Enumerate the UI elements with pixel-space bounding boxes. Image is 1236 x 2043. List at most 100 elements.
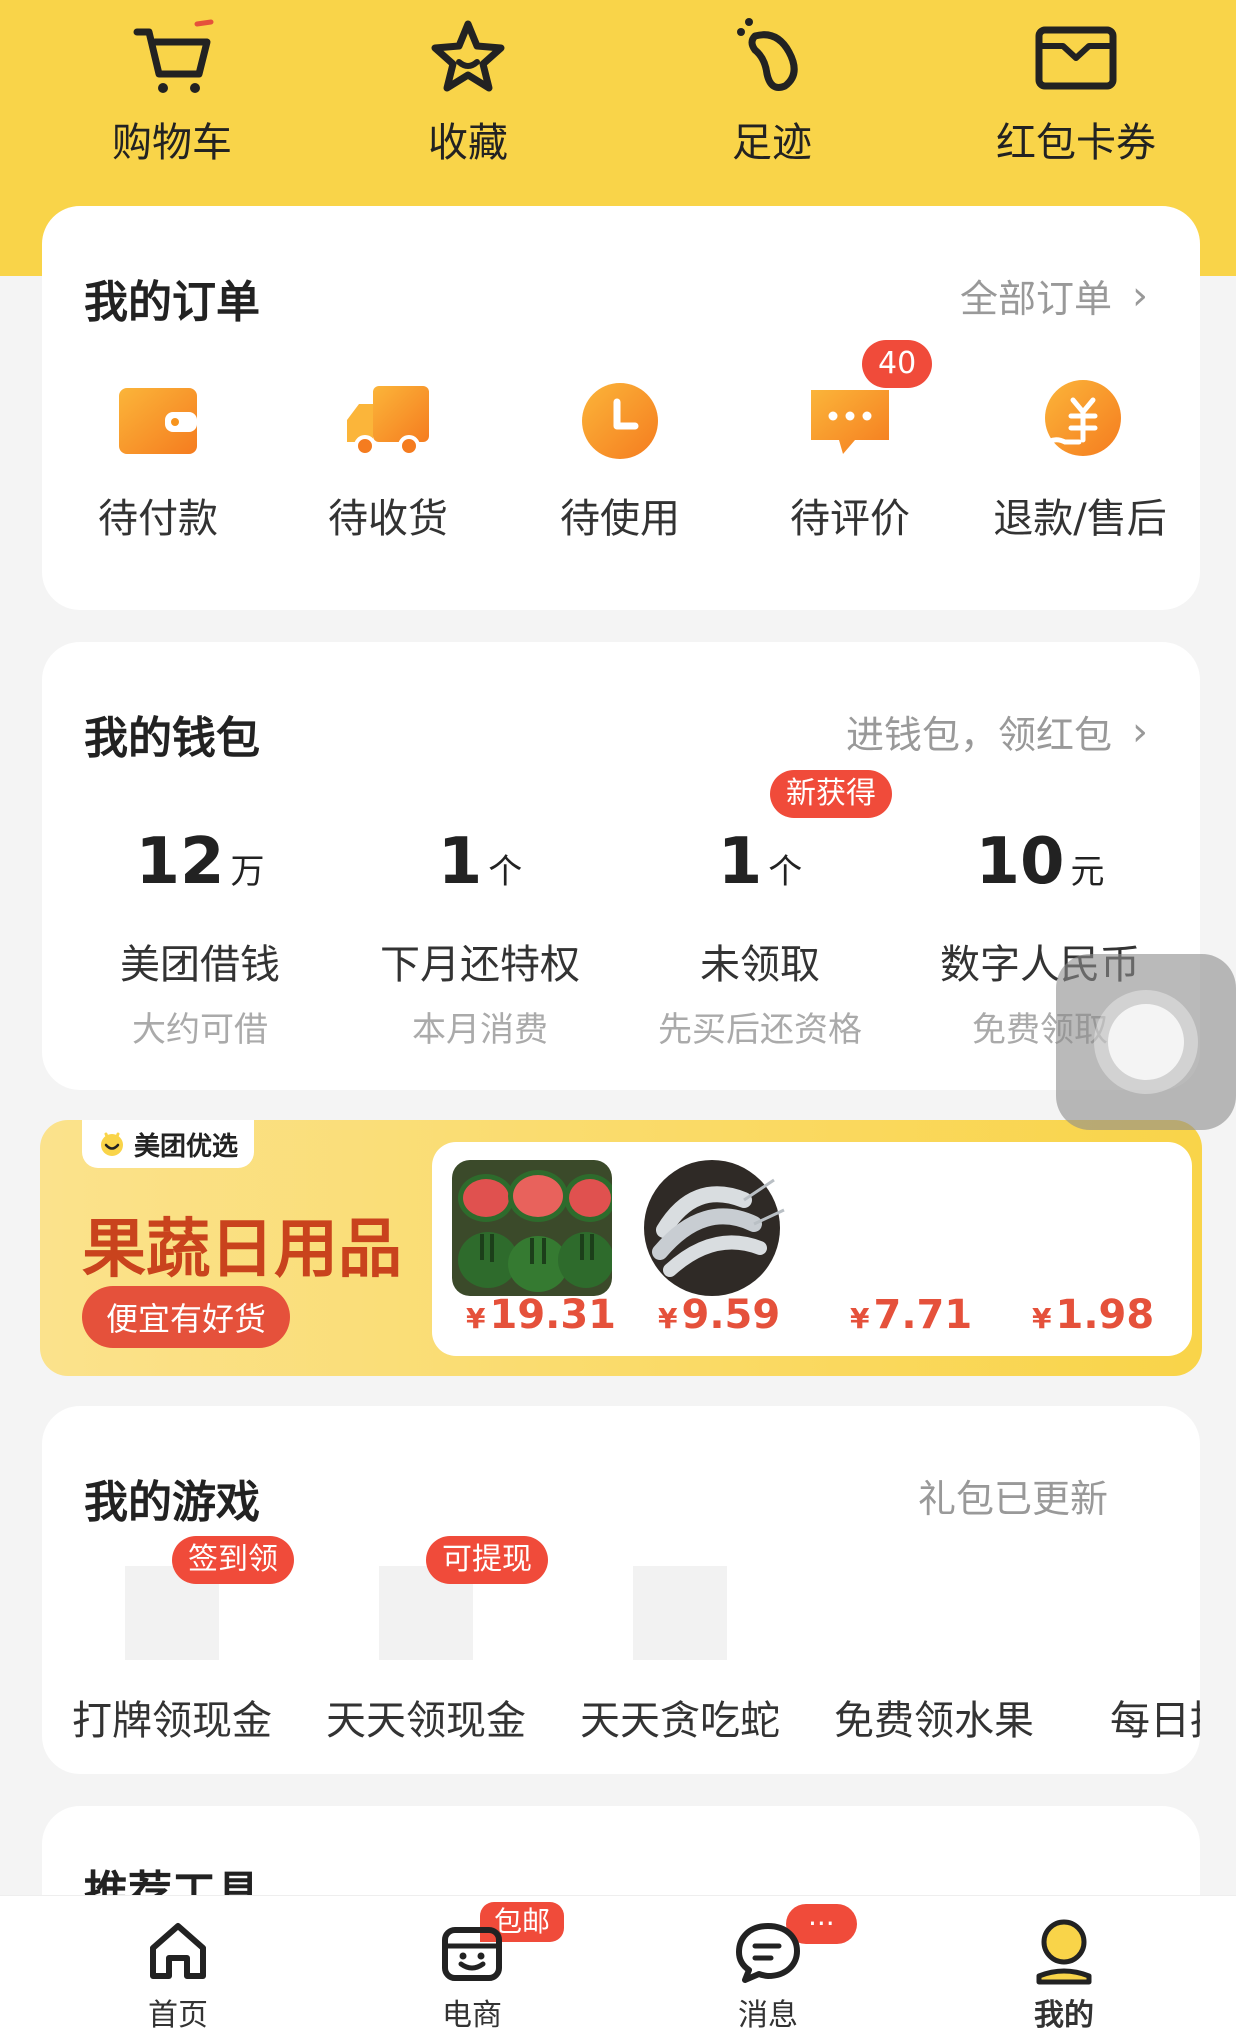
nav-label: 首页 bbox=[148, 1998, 208, 2033]
wallet-item-title: 未领取 bbox=[700, 942, 820, 988]
shrimp-image bbox=[644, 1160, 785, 1296]
wallet-unit: 个 bbox=[488, 852, 523, 892]
promo-button[interactable]: 便宜有好货 bbox=[82, 1286, 291, 1348]
wallet-unit: 个 bbox=[768, 852, 803, 892]
all-orders-link[interactable]: 全部订单 › bbox=[960, 268, 1148, 323]
wallet-loan[interactable]: 12 万 美团借钱 大约可借 bbox=[60, 822, 340, 1051]
order-pending-receipt[interactable]: 待收货 bbox=[288, 376, 488, 544]
price-1: ¥19.31 bbox=[466, 1292, 616, 1338]
games-link[interactable]: 礼包已更新 bbox=[918, 1468, 1108, 1523]
chevron-right-icon: › bbox=[1132, 708, 1148, 755]
quick-link-label: 收藏 bbox=[428, 120, 508, 166]
home-icon bbox=[150, 1923, 206, 1979]
order-label: 待收货 bbox=[328, 496, 448, 542]
game-label: 每日推 bbox=[1110, 1698, 1200, 1744]
wallet-icon bbox=[119, 388, 197, 454]
nav-home[interactable]: 首页 bbox=[78, 1916, 278, 2034]
assistive-dot bbox=[1108, 1004, 1184, 1080]
game-label: 天天贪吃蛇 bbox=[580, 1698, 780, 1744]
page: 购物车 收藏 足迹 红包卡券 我的订单 全部订单 › 待付款 待收货 待使用 4… bbox=[0, 0, 1236, 2043]
wallet-unit: 万 bbox=[230, 852, 265, 892]
wallet-link[interactable]: 进钱包，领红包 › bbox=[846, 704, 1148, 759]
refund-icon bbox=[1040, 380, 1121, 456]
game-image bbox=[887, 1566, 981, 1660]
wallet-item-title: 美团借钱 bbox=[120, 942, 280, 988]
wallet-link-label: 进钱包，领红包 bbox=[845, 713, 1112, 757]
message-icon bbox=[736, 1923, 800, 1983]
currency-symbol: ¥ bbox=[1032, 1302, 1052, 1335]
promo-products: ¥19.31 ¥9.59 ¥7.71 ¥1.98 bbox=[432, 1142, 1192, 1356]
game-label: 天天领现金 bbox=[326, 1698, 526, 1744]
quick-link-footprint[interactable]: 足迹 bbox=[652, 0, 892, 168]
game-image bbox=[633, 1566, 727, 1660]
currency-symbol: ¥ bbox=[850, 1302, 870, 1335]
cart-icon bbox=[133, 19, 214, 93]
watermelon-image bbox=[452, 1160, 612, 1296]
nav-profile[interactable]: 我的 bbox=[964, 1916, 1164, 2034]
review-count-badge: 40 bbox=[862, 340, 933, 388]
wallet-next-month[interactable]: 1个 下月还特权 本月消费 bbox=[340, 822, 620, 1051]
game-item[interactable]: 天天贪吃蛇 bbox=[560, 1566, 800, 1746]
comment-icon-wrap bbox=[805, 376, 895, 466]
order-label: 待付款 bbox=[98, 496, 218, 542]
wallet-item-sub: 先买后还资格 bbox=[658, 1010, 862, 1050]
price-value: 1.98 bbox=[1055, 1292, 1155, 1338]
order-label: 待使用 bbox=[560, 496, 680, 542]
promo-title: 果蔬日用品 bbox=[82, 1213, 402, 1287]
nav-messages[interactable]: ··· 消息 bbox=[668, 1904, 868, 2034]
order-pending-review[interactable]: 40 待评价 bbox=[750, 340, 950, 544]
nav-label: 我的 bbox=[1034, 1998, 1094, 2033]
order-pending-use[interactable]: 待使用 bbox=[520, 376, 720, 544]
promo-banner[interactable]: 美团优选 果蔬日用品 便宜有好货 ¥ 19.31 ¥ 9.59 ¥ 7.71 ¥… bbox=[40, 1120, 1202, 1376]
price-3: ¥7.71 bbox=[850, 1292, 972, 1338]
quick-link-label: 购物车 bbox=[112, 120, 232, 166]
new-badge: 新获得 bbox=[770, 770, 892, 818]
quick-link-coupons[interactable]: 红包卡券 bbox=[956, 0, 1196, 168]
clock-icon bbox=[582, 383, 658, 459]
currency-symbol: ¥ bbox=[658, 1302, 678, 1335]
footprint-icon bbox=[737, 18, 798, 91]
nav-label: 电商 bbox=[442, 1998, 502, 2033]
game-item[interactable]: 可提现 天天领现金 bbox=[306, 1536, 548, 1746]
profile-icon bbox=[1036, 1919, 1092, 1985]
wallet-value-row: 1个 bbox=[620, 822, 900, 912]
promo-brand: 美团优选 bbox=[82, 1120, 255, 1168]
assistive-touch-button[interactable] bbox=[1056, 954, 1236, 1130]
truck-icon bbox=[347, 386, 429, 457]
game-badge: 签到领 bbox=[172, 1536, 294, 1584]
game-item[interactable]: 每日推 bbox=[1068, 1566, 1200, 1746]
quick-links: 购物车 收藏 足迹 红包卡券 bbox=[0, 0, 1236, 200]
nav-shop[interactable]: 包邮 电商 bbox=[372, 1902, 572, 2034]
game-label: 打牌领现金 bbox=[72, 1698, 272, 1744]
game-item[interactable]: 免费领水果 bbox=[814, 1566, 1054, 1746]
wallet-card: 我的钱包 进钱包，领红包 › 12 万 美团借钱 大约可借 1个 下月还特权 本月… bbox=[42, 642, 1200, 1090]
wallet-unclaimed[interactable]: 新获得 1个 未领取 先买后还资格 bbox=[620, 770, 900, 1051]
price-value: 9.59 bbox=[681, 1292, 781, 1338]
smile-logo-icon bbox=[101, 1132, 123, 1156]
price-4: ¥1.98 bbox=[1032, 1292, 1154, 1338]
order-refund[interactable]: 退款/售后 bbox=[980, 376, 1180, 544]
shop-icon bbox=[442, 1927, 502, 1981]
wallet-item-sub: 本月消费 bbox=[412, 1010, 548, 1050]
wallet-unit: 元 bbox=[1070, 852, 1105, 892]
quick-link-cart[interactable]: 购物车 bbox=[52, 0, 292, 168]
order-label: 待评价 bbox=[790, 496, 910, 542]
quick-link-label: 红包卡券 bbox=[996, 120, 1156, 166]
wallet-value: 10 bbox=[975, 825, 1065, 899]
games-title: 我的游戏 bbox=[84, 1477, 260, 1528]
coupon-icon bbox=[1035, 26, 1117, 90]
wallet-value-row: 10 元 bbox=[900, 822, 1180, 912]
order-pending-payment[interactable]: 待付款 bbox=[58, 376, 258, 544]
wallet-value-row: 1个 bbox=[340, 822, 620, 912]
comment-icon bbox=[811, 390, 889, 454]
quick-link-favorites[interactable]: 收藏 bbox=[348, 0, 588, 168]
games-link-label: 礼包已更新 bbox=[917, 1477, 1108, 1521]
price-value: 19.31 bbox=[489, 1292, 617, 1338]
order-label: 退款/售后 bbox=[993, 496, 1167, 542]
orders-title: 我的订单 bbox=[84, 277, 260, 328]
bottom-nav: 首页 包邮 电商 ··· 消息 我的 bbox=[0, 1895, 1236, 2043]
wallet-value: 1 bbox=[437, 825, 483, 899]
game-badge: 可提现 bbox=[426, 1536, 548, 1584]
wallet-title: 我的钱包 bbox=[84, 713, 260, 764]
game-item[interactable]: 签到领 打牌领现金 bbox=[52, 1536, 294, 1746]
